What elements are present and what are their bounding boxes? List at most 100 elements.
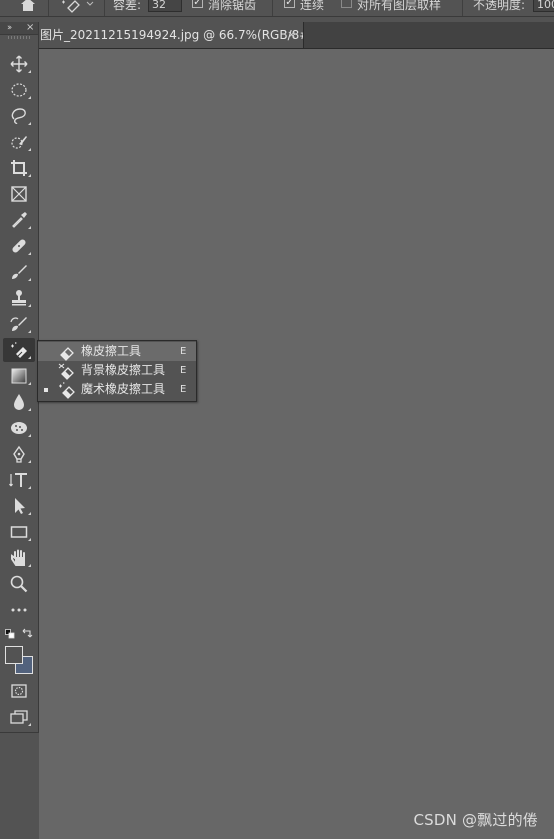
eraser-tool-flyout: 橡皮擦工具 E 背景橡皮擦工具 E 魔术橡皮擦工具 E <box>37 340 197 402</box>
crop-icon <box>11 160 27 176</box>
zoom-icon <box>10 575 28 593</box>
flyout-item-shortcut: E <box>180 346 187 357</box>
contiguous-label: 连续 <box>300 0 325 12</box>
rectangle-icon <box>10 526 28 538</box>
pen-tool[interactable] <box>3 442 35 466</box>
history-brush-icon <box>10 317 27 331</box>
quick-selection-icon <box>11 136 27 149</box>
default-colors-icon[interactable] <box>5 628 15 639</box>
sample-all-layers-checkbox[interactable] <box>341 0 352 8</box>
flyout-item-label: 魔术橡皮擦工具 <box>81 382 166 396</box>
quick-mask-button[interactable] <box>3 679 35 703</box>
submenu-indicator <box>28 96 31 99</box>
close-tab-button[interactable]: × <box>287 22 296 48</box>
document-tab-bar: 图片_20211215194924.jpg @ 66.7%(RGB/8#) * … <box>38 22 554 49</box>
separator <box>104 0 105 16</box>
dodge-tool[interactable] <box>3 416 35 440</box>
collapse-panel-button[interactable]: ›› <box>7 22 12 34</box>
eyedropper-icon <box>12 212 27 228</box>
frame-icon <box>11 186 27 202</box>
submenu-indicator <box>28 148 31 151</box>
tools-panel: ›› × <box>0 22 39 733</box>
hand-tool[interactable] <box>3 546 35 570</box>
eyedropper-tool[interactable] <box>3 208 35 232</box>
submenu-indicator <box>28 122 31 125</box>
panel-header[interactable]: ›› × <box>0 22 38 35</box>
flyout-item-shortcut: E <box>180 384 187 395</box>
document-tab[interactable]: 图片_20211215194924.jpg @ 66.7%(RGB/8#) * … <box>38 22 304 48</box>
magic-eraser-icon <box>58 381 76 399</box>
zoom-tool[interactable] <box>3 572 35 596</box>
submenu-indicator <box>28 486 31 489</box>
opacity-input[interactable]: 100 <box>533 0 554 12</box>
separator <box>48 0 49 16</box>
submenu-indicator <box>28 408 31 411</box>
clone-stamp-tool[interactable] <box>3 286 35 310</box>
submenu-indicator <box>28 174 31 177</box>
separator <box>272 0 273 16</box>
flyout-item-magic-eraser[interactable]: 魔术橡皮擦工具 E <box>38 380 196 399</box>
move-icon <box>10 55 28 73</box>
tolerance-input[interactable]: 32 <box>148 0 182 12</box>
brush-tool[interactable] <box>3 260 35 284</box>
flyout-item-eraser[interactable]: 橡皮擦工具 E <box>38 342 196 361</box>
submenu-indicator <box>28 252 31 255</box>
magic-eraser-icon <box>11 342 27 358</box>
flyout-item-label: 橡皮擦工具 <box>81 344 142 358</box>
close-panel-button[interactable]: × <box>26 22 34 34</box>
healing-brush-tool[interactable] <box>3 234 35 258</box>
gradient-tool[interactable] <box>3 364 35 388</box>
anti-alias-checkbox[interactable]: ✓ <box>192 0 203 8</box>
submenu-indicator <box>28 723 31 726</box>
flyout-item-background-eraser[interactable]: 背景橡皮擦工具 E <box>38 361 196 380</box>
rectangle-tool[interactable] <box>3 520 35 544</box>
path-selection-tool[interactable] <box>3 494 35 518</box>
crop-tool[interactable] <box>3 156 35 180</box>
watermark: CSDN @飘过的倦 <box>413 811 538 829</box>
background-eraser-icon <box>58 362 76 380</box>
submenu-indicator <box>28 434 31 437</box>
hand-icon <box>11 549 25 566</box>
contiguous-checkbox[interactable]: ✓ <box>284 0 295 8</box>
flyout-item-shortcut: E <box>180 365 187 376</box>
eraser-tool[interactable] <box>3 338 35 362</box>
screen-mode-icon <box>10 710 28 724</box>
submenu-indicator <box>28 330 31 333</box>
type-tool[interactable] <box>3 468 35 492</box>
blur-tool[interactable] <box>3 390 35 414</box>
bandage-icon <box>12 239 26 253</box>
submenu-indicator <box>28 70 31 73</box>
foreground-color-swatch[interactable] <box>5 646 23 664</box>
swap-colors-icon[interactable] <box>21 627 33 639</box>
tool-preset-picker[interactable] <box>58 0 98 14</box>
screen-mode-button[interactable] <box>3 705 35 729</box>
sponge-icon <box>11 422 27 434</box>
document-tab-title: 图片_20211215194924.jpg @ 66.7%(RGB/8#) * <box>40 28 304 42</box>
gradient-icon <box>11 368 27 384</box>
quick-selection-tool[interactable] <box>3 130 35 154</box>
drag-handle[interactable] <box>8 36 30 39</box>
home-icon[interactable] <box>18 0 38 14</box>
opacity-label: 不透明度: <box>473 0 526 12</box>
anti-alias-label: 消除锯齿 <box>208 0 257 12</box>
canvas-area[interactable] <box>39 49 554 839</box>
submenu-indicator <box>28 278 31 281</box>
submenu-indicator <box>28 304 31 307</box>
more-icon <box>11 608 27 612</box>
quick-mask-icon <box>11 684 27 698</box>
submenu-indicator <box>28 538 31 541</box>
history-brush-tool[interactable] <box>3 312 35 336</box>
blur-drop-icon <box>14 394 24 410</box>
submenu-indicator <box>28 564 31 567</box>
submenu-indicator <box>28 512 31 515</box>
eraser-icon <box>58 343 76 361</box>
stamp-icon <box>12 290 26 306</box>
sample-all-layers-label: 对所有图层取样 <box>357 0 442 12</box>
frame-tool[interactable] <box>3 182 35 206</box>
move-tool[interactable] <box>3 52 35 76</box>
edit-toolbar[interactable] <box>3 598 35 622</box>
lasso-tool[interactable] <box>3 104 35 128</box>
options-bar: 容差: 32 ✓ 消除锯齿 ✓ 连续 对所有图层取样 不透明度: 100 <box>0 0 554 17</box>
submenu-indicator <box>28 382 31 385</box>
marquee-tool[interactable] <box>3 78 35 102</box>
